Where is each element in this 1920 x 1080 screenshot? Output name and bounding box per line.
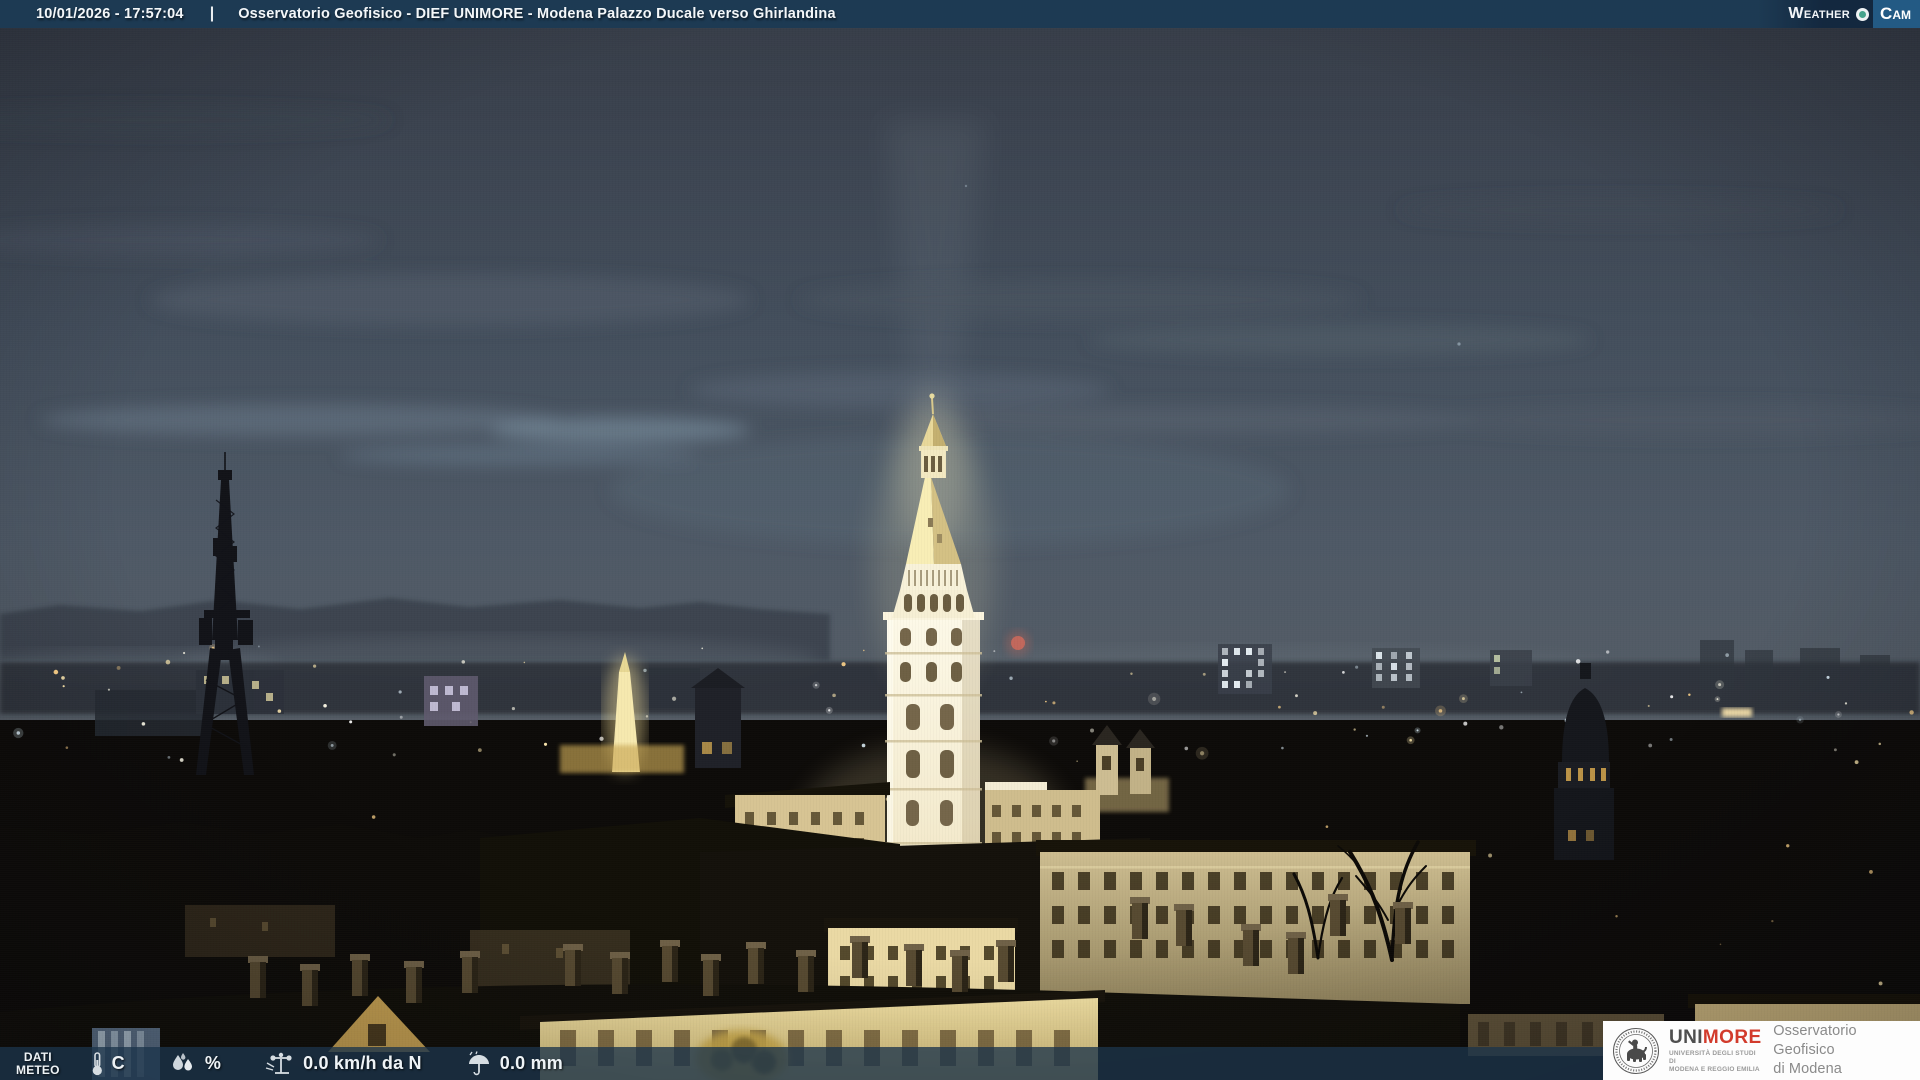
webcam-page: 10/01/2026 - 17:57:04 | Osservatorio Geo… — [0, 0, 1920, 1080]
weathercam-logo[interactable]: Weather Cam — [1758, 0, 1920, 28]
thermometer-icon — [90, 1051, 104, 1077]
header-bar: 10/01/2026 - 17:57:04 | Osservatorio Geo… — [0, 0, 1920, 28]
weathercam-cam-badge: Cam — [1873, 0, 1920, 28]
temperature-metric: C — [90, 1051, 125, 1077]
separator: | — [210, 5, 214, 23]
temperature-value: C — [112, 1053, 125, 1074]
unimore-uni-text: UNI — [1669, 1027, 1703, 1048]
timestamp: 10/01/2026 - 17:57:04 — [36, 6, 184, 22]
university-line1: UNIVERSITÀ DEGLI STUDI DI — [1669, 1050, 1763, 1066]
water-drops-icon — [169, 1052, 197, 1076]
unimore-logo-box[interactable]: UNIMORE UNIVERSITÀ DEGLI STUDI DI MODENA… — [1603, 1021, 1920, 1080]
humidity-metric: % — [169, 1052, 221, 1076]
wind-metric: 0.0 km/h da N — [265, 1051, 422, 1077]
page-title: Osservatorio Geofisico - DIEF UNIMORE - … — [238, 6, 836, 22]
camera-lens-icon — [1856, 8, 1869, 21]
dati-meteo-label: DATI METEO — [16, 1051, 60, 1076]
wind-value: 0.0 km/h da N — [303, 1053, 422, 1074]
observatory-name: Osservatorio Geofisico di Modena — [1773, 1022, 1920, 1079]
rain-metric: 0.0 mm — [466, 1051, 563, 1077]
university-line2: MODENA E REGGIO EMILIA — [1669, 1066, 1763, 1074]
unimore-wordmark: UNIMORE UNIVERSITÀ DEGLI STUDI DI MODENA… — [1669, 1028, 1763, 1074]
webcam-image — [0, 0, 1920, 1080]
vignette — [0, 0, 1920, 1080]
humidity-value: % — [205, 1053, 221, 1074]
umbrella-icon — [466, 1051, 492, 1077]
anemometer-icon — [265, 1051, 295, 1077]
rain-value: 0.0 mm — [500, 1053, 563, 1074]
weathercam-weather-label: Weather — [1788, 5, 1850, 23]
unimore-more-text: MORE — [1703, 1027, 1762, 1048]
unimore-seal-icon — [1612, 1027, 1660, 1075]
